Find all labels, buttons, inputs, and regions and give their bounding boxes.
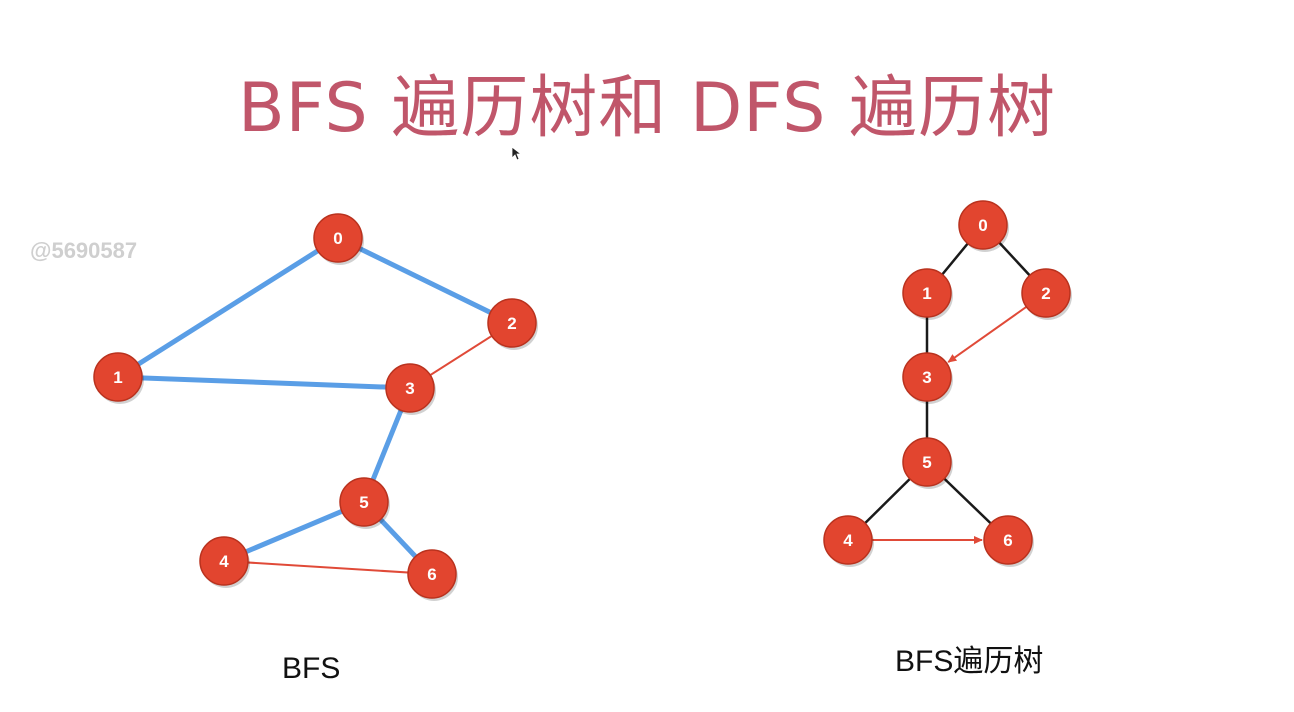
node-label-0: 0 xyxy=(978,216,987,235)
tree-edge-0-1 xyxy=(116,235,340,380)
bfs-graph: 0 1 2 3 4 5 6 xyxy=(93,213,538,601)
bfs-tree-caption: BFS遍历树 xyxy=(895,645,1044,678)
node-label-0: 0 xyxy=(333,229,342,248)
tree-edge-1-3 xyxy=(117,374,411,391)
bfs-graph-caption: BFS xyxy=(282,652,341,685)
non-tree-edge-4-6 xyxy=(223,560,433,575)
non-tree-arrow-2-3 xyxy=(947,306,1027,363)
node-label-3: 3 xyxy=(922,368,931,387)
node-label-5: 5 xyxy=(922,453,931,472)
node-label-4: 4 xyxy=(219,552,229,571)
graph-diagrams: 0 1 2 3 4 5 6 0 1 2 3 4 5 6 xyxy=(93,200,1072,601)
bfs-traversal-tree: 0 1 2 3 4 5 6 xyxy=(823,200,1072,567)
node-label-2: 2 xyxy=(507,314,516,333)
tree-edge-0-2 xyxy=(336,235,514,326)
node-label-6: 6 xyxy=(427,565,436,584)
node-label-3: 3 xyxy=(405,379,414,398)
node-label-4: 4 xyxy=(843,531,853,550)
node-label-5: 5 xyxy=(359,493,368,512)
node-label-1: 1 xyxy=(113,368,122,387)
node-label-1: 1 xyxy=(922,284,931,303)
node-label-6: 6 xyxy=(1003,531,1012,550)
node-label-2: 2 xyxy=(1041,284,1050,303)
